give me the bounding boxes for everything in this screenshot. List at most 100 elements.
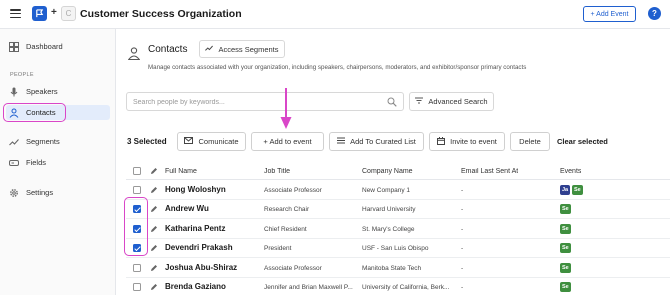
page-title: Contacts <box>148 44 188 55</box>
full-name-cell[interactable]: Joshua Abu-Shiraz <box>165 263 260 272</box>
column-header-job-title[interactable]: Job Title <box>264 168 290 175</box>
search-input[interactable] <box>133 96 383 108</box>
sidebar-item-label: Speakers <box>26 87 58 96</box>
event-badge[interactable]: Se <box>572 184 583 195</box>
table-row[interactable]: Katharina Pentz Chief Resident St. Mary's … <box>126 219 670 239</box>
table-row[interactable]: Joshua Abu-Shiraz Associate Professor Mani… <box>126 258 670 278</box>
dashboard-icon <box>9 41 19 52</box>
email-last-sent-cell: - <box>461 186 464 194</box>
pencil-icon <box>151 168 157 174</box>
full-name-cell[interactable]: Andrew Wu <box>165 204 260 213</box>
row-checkbox[interactable] <box>133 283 141 291</box>
search-icon[interactable] <box>387 97 397 107</box>
pencil-icon[interactable] <box>150 264 158 272</box>
sidebar-item-label: Settings <box>26 188 54 197</box>
add-to-event-button[interactable]: + Add to event <box>251 132 324 151</box>
column-header-email-last-sent[interactable]: Email Last Sent At <box>461 168 518 175</box>
access-segments-label: Access Segments <box>218 44 279 54</box>
partner-logo: C <box>61 6 76 21</box>
event-badge[interactable]: Se <box>560 243 571 253</box>
event-badge[interactable]: Se <box>560 223 571 234</box>
column-header-events[interactable]: Events <box>560 168 581 175</box>
row-checkbox[interactable] <box>133 185 141 194</box>
contacts-highlight-outline <box>3 103 66 122</box>
menu-icon[interactable] <box>10 9 21 18</box>
pencil-icon[interactable] <box>150 244 158 252</box>
company-cell: Harvard University <box>362 206 416 213</box>
plus-separator-icon: + <box>51 7 57 18</box>
company-cell: Manitoba State Tech <box>362 264 422 272</box>
page-subtitle: Manage contacts associated with your org… <box>148 64 527 71</box>
table-row[interactable]: Andrew Wu Research Chair Harvard Universit… <box>126 200 670 219</box>
job-title-cell: Research Chair <box>264 206 310 213</box>
sidebar-item-speakers[interactable]: Speakers <box>6 84 110 99</box>
email-last-sent-cell: - <box>461 245 464 252</box>
add-event-button[interactable]: + Add Event <box>583 6 636 22</box>
filter-icon <box>415 97 424 106</box>
table-row[interactable]: Hong Woloshyn Associate Professor New Comp… <box>126 180 670 200</box>
app-logo-icon <box>32 6 47 21</box>
email-last-sent-cell: - <box>461 264 464 272</box>
full-name-cell[interactable]: Hong Woloshyn <box>165 185 260 194</box>
pencil-icon[interactable] <box>150 186 158 194</box>
communicate-button[interactable]: Comunicate <box>177 132 246 151</box>
table-header-row: Full Name Job Title Company Name Email L… <box>126 163 670 180</box>
table-row[interactable]: Devendri Prakash President USF - San Luis … <box>126 239 670 258</box>
sidebar-item-segments[interactable]: Segments <box>6 134 110 149</box>
people-section-label: PEOPLE <box>10 72 34 78</box>
sidebar-item-fields[interactable]: Fields <box>6 155 110 170</box>
trend-icon <box>9 137 19 147</box>
job-title-cell: Associate Professor <box>264 264 322 272</box>
sidebar: Dashboard PEOPLE Speakers Contacts Segme… <box>0 29 116 295</box>
email-last-sent-cell: - <box>461 225 464 233</box>
email-last-sent-cell: - <box>461 284 464 291</box>
clear-selected-link[interactable]: Clear selected <box>557 137 608 146</box>
event-badge[interactable]: Ja <box>560 184 571 195</box>
calendar-icon <box>437 136 446 147</box>
contacts-page-icon <box>128 47 140 60</box>
sidebar-item-settings[interactable]: Settings <box>6 185 110 200</box>
sidebar-item-label: Dashboard <box>26 42 63 51</box>
delete-button[interactable]: Delete <box>510 132 550 151</box>
column-header-company[interactable]: Company Name <box>362 168 413 175</box>
full-name-cell[interactable]: Katharina Pentz <box>165 224 260 233</box>
organization-title: Customer Success Organization <box>80 8 242 20</box>
column-header-full-name[interactable]: Full Name <box>165 168 197 175</box>
advanced-search-button[interactable]: Advanced Search <box>409 92 494 111</box>
field-icon <box>9 158 19 168</box>
event-badge[interactable]: Se <box>560 282 571 292</box>
sidebar-item-label: Fields <box>26 158 47 167</box>
job-title-cell: Jennifer and Brian Maxwell P... <box>264 284 353 291</box>
job-title-cell: Associate Professor <box>264 186 322 194</box>
trend-icon <box>205 44 214 54</box>
mail-icon <box>184 137 194 146</box>
sidebar-item-label: Segments <box>26 137 60 146</box>
event-badge[interactable]: Se <box>560 204 571 214</box>
company-cell: USF - San Luis Obispo <box>362 245 429 252</box>
access-segments-button[interactable]: Access Segments <box>199 40 285 58</box>
add-to-curated-list-button[interactable]: Add To Curated List <box>329 132 424 151</box>
event-badge[interactable]: Se <box>560 262 571 273</box>
top-bar: + C Customer Success Organization + Add … <box>0 0 670 29</box>
full-name-cell[interactable]: Brenda Gaziano <box>165 282 260 291</box>
pencil-icon[interactable] <box>150 283 158 291</box>
microphone-icon <box>9 87 19 97</box>
list-icon <box>337 137 346 146</box>
email-last-sent-cell: - <box>461 206 464 213</box>
table-row[interactable]: Brenda Gaziano Jennifer and Brian Maxwell… <box>126 278 670 295</box>
search-box <box>126 92 404 111</box>
company-cell: St. Mary's College <box>362 225 415 233</box>
checkboxes-highlight-outline <box>124 197 148 256</box>
add-to-curated-list-label: Add To Curated List <box>350 137 416 146</box>
invite-to-event-button[interactable]: Invite to event <box>429 132 505 151</box>
help-icon[interactable]: ? <box>648 7 661 20</box>
select-all-checkbox[interactable] <box>133 167 141 175</box>
sidebar-item-dashboard[interactable]: Dashboard <box>6 39 110 54</box>
pencil-icon[interactable] <box>150 225 158 233</box>
pencil-icon[interactable] <box>150 205 158 213</box>
company-cell: University of California, Berk... <box>362 284 450 291</box>
row-checkbox[interactable] <box>133 263 141 272</box>
annotation-arrow-icon <box>280 88 292 129</box>
job-title-cell: Chief Resident <box>264 225 307 233</box>
full-name-cell[interactable]: Devendri Prakash <box>165 243 260 252</box>
